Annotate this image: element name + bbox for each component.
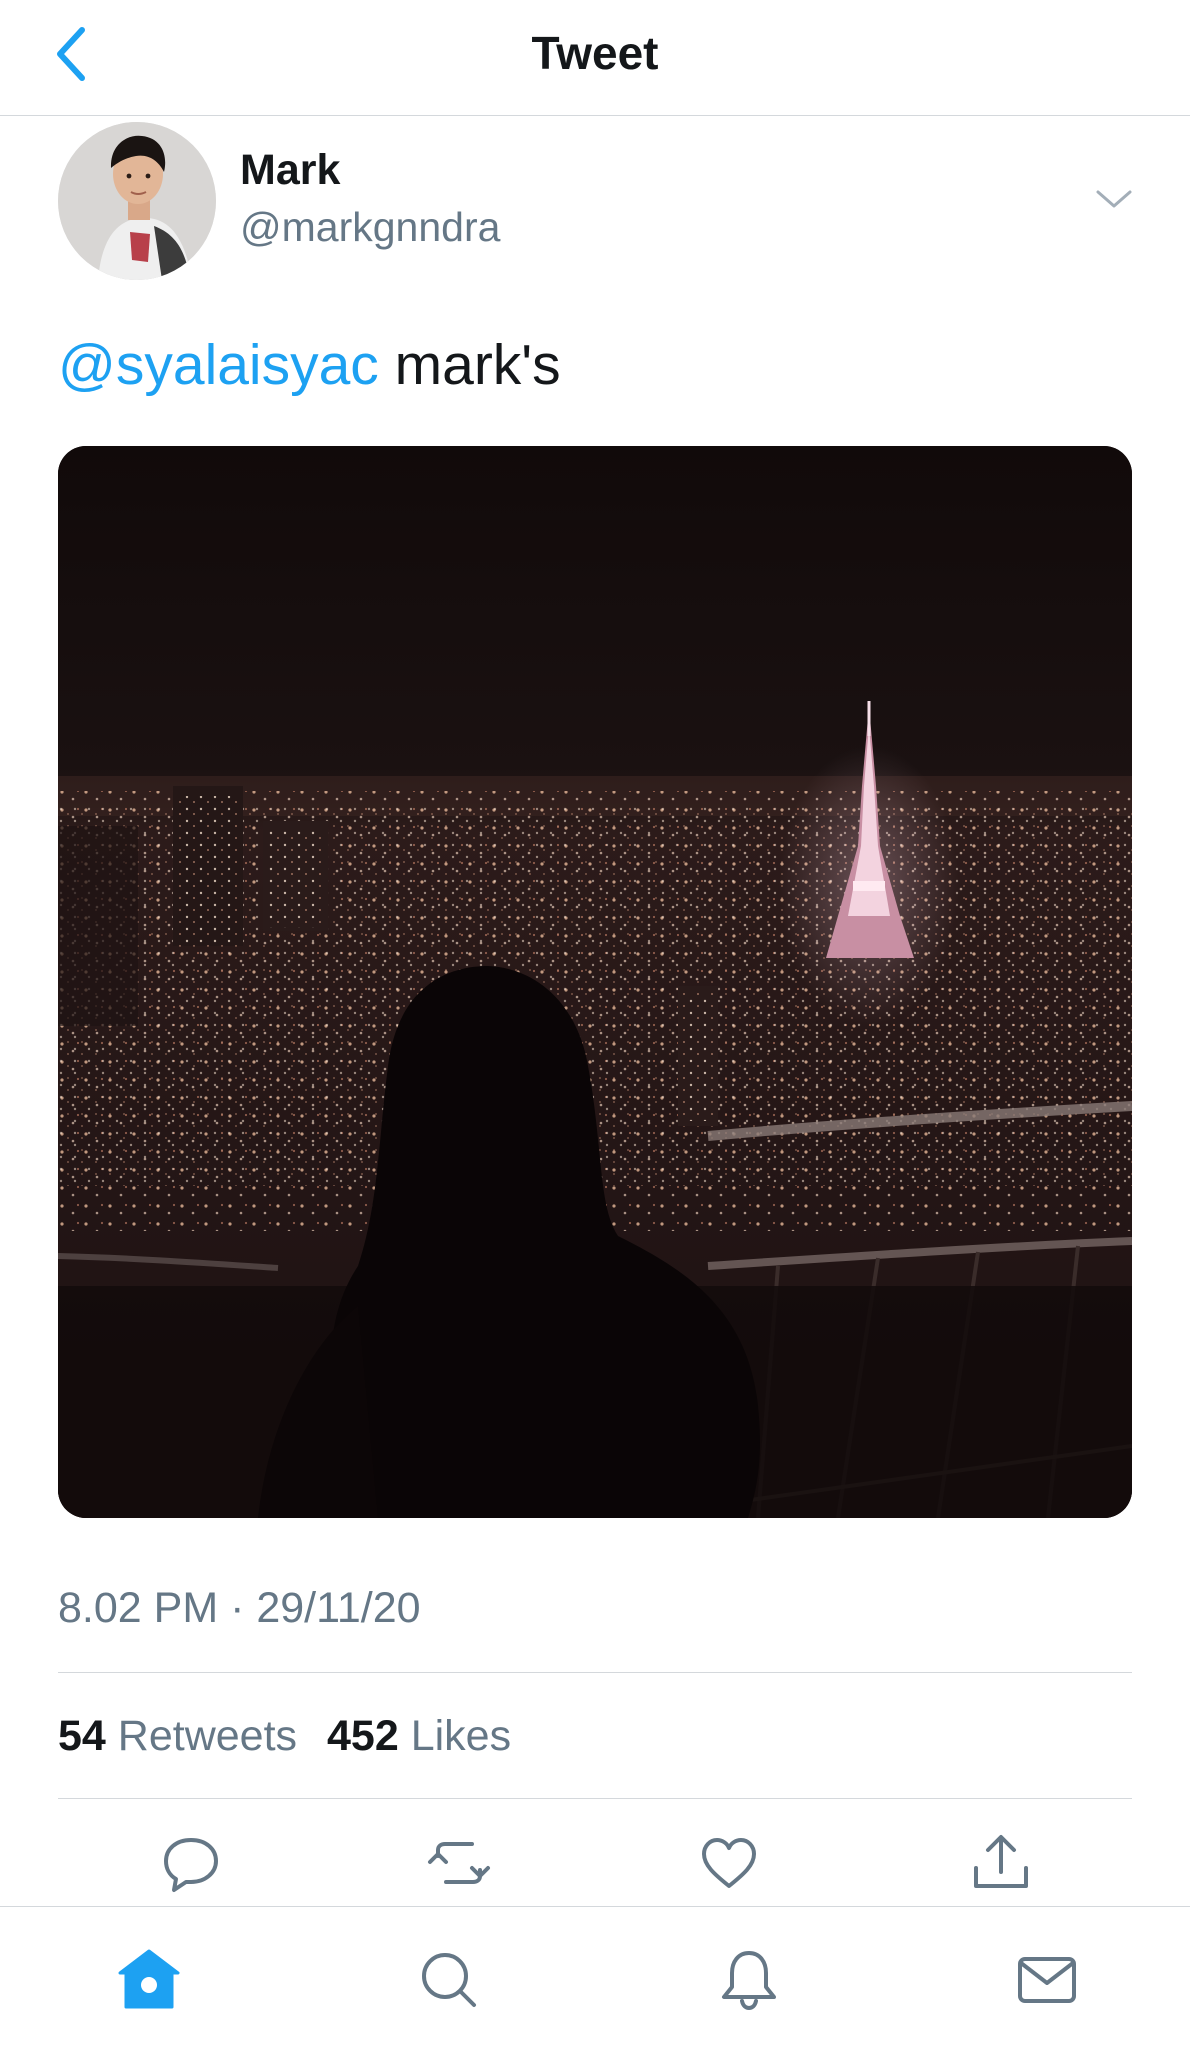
retweet-icon — [428, 1842, 490, 1884]
tweet-stats: 54 Retweets 452 Likes — [58, 1712, 511, 1761]
share-icon — [974, 1835, 1028, 1888]
tab-messages[interactable] — [1012, 1945, 1082, 2015]
tab-home[interactable] — [114, 1945, 184, 2015]
author-name[interactable]: Mark — [240, 146, 340, 195]
messages-icon — [1018, 1957, 1076, 2003]
share-button[interactable] — [966, 1828, 1036, 1898]
page-title: Tweet — [531, 27, 659, 79]
retweets-stat[interactable]: 54 Retweets — [58, 1712, 297, 1761]
reply-button[interactable] — [156, 1828, 226, 1898]
tweet-options-button[interactable] — [1094, 184, 1134, 214]
tweet-text: @syalaisyac mark's — [58, 332, 561, 398]
tweet-photo[interactable] — [58, 446, 1132, 1518]
retweet-button[interactable] — [424, 1828, 494, 1898]
tweet-body: mark's — [378, 333, 561, 397]
likes-label: Likes — [398, 1712, 512, 1760]
mention-link[interactable]: @syalaisyac — [58, 333, 379, 397]
tweet-author: Mark @markgnndra — [58, 122, 1132, 282]
retweets-label: Retweets — [105, 1712, 298, 1760]
tweet-timestamp: 8.02 PM · 29/11/20 — [58, 1584, 421, 1632]
avatar[interactable] — [58, 122, 216, 280]
divider — [58, 1798, 1132, 1799]
likes-count: 452 — [327, 1712, 399, 1760]
like-icon — [702, 1838, 756, 1888]
navigation-header: Tweet — [0, 0, 1190, 116]
tweet-action-bar — [0, 1818, 1190, 1908]
likes-stat[interactable]: 452 Likes — [327, 1712, 511, 1761]
caret-down-icon — [1096, 190, 1132, 208]
notifications-icon — [722, 1951, 776, 2011]
author-handle[interactable]: @markgnndra — [240, 204, 500, 251]
retweets-count: 54 — [58, 1712, 106, 1760]
bottom-tab-bar — [0, 1906, 1190, 2048]
search-icon — [422, 1953, 476, 2007]
divider — [58, 1672, 1132, 1673]
home-icon — [118, 1949, 180, 2009]
like-button[interactable] — [694, 1828, 764, 1898]
reply-icon — [164, 1838, 218, 1892]
tab-notifications[interactable] — [714, 1945, 784, 2015]
tab-search[interactable] — [414, 1945, 484, 2015]
